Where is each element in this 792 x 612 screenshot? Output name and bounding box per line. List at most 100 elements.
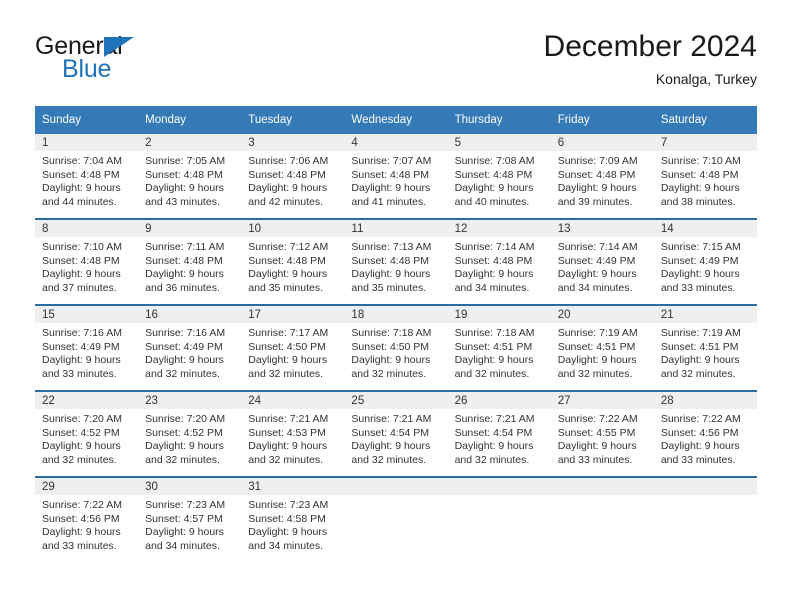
calendar-day-cell[interactable]: 25 Sunrise: 7:21 AM Sunset: 4:54 PM Dayligh… <box>344 390 448 477</box>
sunrise-text: Sunrise: 7:08 AM <box>454 155 535 167</box>
calendar-day-cell[interactable]: 18 Sunrise: 7:18 AM Sunset: 4:50 PM Dayligh… <box>344 304 448 391</box>
day-cell-content: 14 Sunrise: 7:15 AM Sunset: 4:49 PM Dayligh… <box>653 220 757 304</box>
sunrise-text: Sunrise: 7:23 AM <box>248 499 329 511</box>
page-header: General Blue December 2024 Konalga, Turk… <box>35 30 757 98</box>
sunrise-text: Sunrise: 7:22 AM <box>557 413 638 425</box>
calendar-day-cell[interactable] <box>344 476 448 562</box>
brand-logo[interactable]: General Blue <box>35 32 265 92</box>
weekday-header-wednesday: Wednesday <box>344 106 448 134</box>
calendar-day-cell[interactable]: 9 Sunrise: 7:11 AM Sunset: 4:48 PM Daylight… <box>138 218 242 305</box>
day-number: 30 <box>138 478 242 495</box>
day-details <box>551 495 654 499</box>
page-title: December 2024 <box>543 30 757 63</box>
calendar-day-cell[interactable]: 22 Sunrise: 7:20 AM Sunset: 4:52 PM Dayligh… <box>35 390 139 477</box>
daylight-text-line2: and 38 minutes. <box>660 195 736 208</box>
daylight-text-line1: Daylight: 9 hours <box>248 526 328 539</box>
day-cell-content: 24 Sunrise: 7:21 AM Sunset: 4:53 PM Dayligh… <box>241 392 345 476</box>
day-details: Sunrise: 7:06 AM Sunset: 4:48 PM Daylight:… <box>241 151 344 209</box>
day-details: Sunrise: 7:18 AM Sunset: 4:51 PM Daylight:… <box>448 323 551 381</box>
calendar-day-cell[interactable]: 15 Sunrise: 7:16 AM Sunset: 4:49 PM Dayligh… <box>35 304 139 391</box>
title-block: December 2024 Konalga, Turkey <box>544 30 757 89</box>
sunrise-text: Sunrise: 7:06 AM <box>248 155 329 167</box>
calendar-day-cell[interactable]: 5 Sunrise: 7:08 AM Sunset: 4:48 PM Daylight… <box>447 134 551 219</box>
calendar-day-cell[interactable]: 1 Sunrise: 7:04 AM Sunset: 4:48 PM Daylight… <box>35 134 139 219</box>
calendar-day-cell[interactable]: 8 Sunrise: 7:10 AM Sunset: 4:48 PM Daylight… <box>35 218 139 305</box>
sunrise-text: Sunrise: 7:12 AM <box>248 241 329 253</box>
daylight-text-line1: Daylight: 9 hours <box>145 268 224 281</box>
daylight-text-line2: and 36 minutes. <box>145 281 220 294</box>
day-number: 27 <box>550 392 654 409</box>
calendar-day-cell[interactable]: 6 Sunrise: 7:09 AM Sunset: 4:48 PM Daylight… <box>550 134 654 219</box>
sunset-text: Sunset: 4:48 PM <box>248 168 326 181</box>
calendar-week-row: 15 Sunrise: 7:16 AM Sunset: 4:49 PM Dayligh… <box>35 304 757 391</box>
calendar-week-row: 22 Sunrise: 7:20 AM Sunset: 4:52 PM Dayligh… <box>35 390 757 477</box>
sunset-text: Sunset: 4:52 PM <box>145 426 223 439</box>
calendar-day-cell[interactable]: 12 Sunrise: 7:14 AM Sunset: 4:48 PM Dayligh… <box>447 218 551 305</box>
calendar-day-cell[interactable]: 27 Sunrise: 7:22 AM Sunset: 4:55 PM Dayligh… <box>550 390 654 477</box>
daylight-text-line1: Daylight: 9 hours <box>145 182 224 195</box>
calendar-day-cell[interactable] <box>447 476 551 562</box>
calendar-day-cell[interactable]: 23 Sunrise: 7:20 AM Sunset: 4:52 PM Dayligh… <box>138 390 242 477</box>
daylight-text-line2: and 33 minutes. <box>557 453 633 466</box>
calendar-day-cell[interactable]: 10 Sunrise: 7:12 AM Sunset: 4:48 PM Dayligh… <box>241 218 345 305</box>
day-number: 13 <box>550 220 654 237</box>
calendar-day-cell[interactable]: 4 Sunrise: 7:07 AM Sunset: 4:48 PM Daylight… <box>344 134 448 219</box>
daylight-text-line2: and 37 minutes. <box>42 281 117 294</box>
day-cell-content <box>653 478 757 562</box>
calendar-day-cell[interactable]: 26 Sunrise: 7:21 AM Sunset: 4:54 PM Dayligh… <box>447 390 551 477</box>
sunset-text: Sunset: 4:48 PM <box>660 168 739 181</box>
day-details: Sunrise: 7:20 AM Sunset: 4:52 PM Daylight:… <box>138 409 241 467</box>
day-details: Sunrise: 7:11 AM Sunset: 4:48 PM Daylight:… <box>138 237 241 295</box>
day-cell-content: 22 Sunrise: 7:20 AM Sunset: 4:52 PM Dayligh… <box>35 392 139 476</box>
day-details: Sunrise: 7:12 AM Sunset: 4:48 PM Daylight:… <box>241 237 344 295</box>
calendar-day-cell[interactable]: 2 Sunrise: 7:05 AM Sunset: 4:48 PM Daylight… <box>138 134 242 219</box>
day-cell-content: 28 Sunrise: 7:22 AM Sunset: 4:56 PM Dayligh… <box>653 392 757 476</box>
calendar-day-cell[interactable] <box>653 476 757 562</box>
daylight-text-line2: and 34 minutes. <box>145 539 220 552</box>
calendar-day-cell[interactable]: 11 Sunrise: 7:13 AM Sunset: 4:48 PM Dayligh… <box>344 218 448 305</box>
day-cell-content: 23 Sunrise: 7:20 AM Sunset: 4:52 PM Dayligh… <box>138 392 242 476</box>
day-cell-content <box>447 478 551 562</box>
day-cell-content: 5 Sunrise: 7:08 AM Sunset: 4:48 PM Daylight… <box>447 134 551 218</box>
sunrise-text: Sunrise: 7:18 AM <box>454 327 535 339</box>
day-cell-content: 31 Sunrise: 7:23 AM Sunset: 4:58 PM Dayligh… <box>241 478 345 562</box>
day-number <box>653 478 757 495</box>
sunrise-text: Sunrise: 7:19 AM <box>660 327 741 339</box>
calendar-day-cell[interactable]: 3 Sunrise: 7:06 AM Sunset: 4:48 PM Daylight… <box>241 134 345 219</box>
sunset-text: Sunset: 4:51 PM <box>660 340 739 353</box>
day-cell-content <box>344 478 448 562</box>
sunrise-text: Sunrise: 7:16 AM <box>42 327 122 339</box>
calendar-day-cell[interactable]: 24 Sunrise: 7:21 AM Sunset: 4:53 PM Dayligh… <box>241 390 345 477</box>
calendar-day-cell[interactable]: 28 Sunrise: 7:22 AM Sunset: 4:56 PM Dayligh… <box>653 390 757 477</box>
day-cell-content: 12 Sunrise: 7:14 AM Sunset: 4:48 PM Dayligh… <box>447 220 551 304</box>
calendar-page: General Blue December 2024 Konalga, Turk… <box>0 0 792 612</box>
daylight-text-line2: and 32 minutes. <box>145 367 220 380</box>
sunset-text: Sunset: 4:48 PM <box>454 168 533 181</box>
calendar-day-cell[interactable]: 16 Sunrise: 7:16 AM Sunset: 4:49 PM Dayligh… <box>138 304 242 391</box>
calendar-day-cell[interactable]: 31 Sunrise: 7:23 AM Sunset: 4:58 PM Dayligh… <box>241 476 345 562</box>
daylight-text-line2: and 32 minutes. <box>42 453 117 466</box>
day-number: 29 <box>35 478 139 495</box>
daylight-text-line2: and 35 minutes. <box>351 281 427 294</box>
day-number: 22 <box>35 392 139 409</box>
calendar-day-cell[interactable]: 17 Sunrise: 7:17 AM Sunset: 4:50 PM Dayligh… <box>241 304 345 391</box>
calendar-day-cell[interactable]: 7 Sunrise: 7:10 AM Sunset: 4:48 PM Daylight… <box>653 134 757 219</box>
calendar-day-cell[interactable]: 14 Sunrise: 7:15 AM Sunset: 4:49 PM Dayligh… <box>653 218 757 305</box>
day-number: 12 <box>447 220 551 237</box>
day-number: 17 <box>241 306 345 323</box>
sunrise-text: Sunrise: 7:07 AM <box>351 155 432 167</box>
calendar-day-cell[interactable]: 21 Sunrise: 7:19 AM Sunset: 4:51 PM Dayligh… <box>653 304 757 391</box>
sunrise-text: Sunrise: 7:18 AM <box>351 327 432 339</box>
calendar-day-cell[interactable]: 19 Sunrise: 7:18 AM Sunset: 4:51 PM Dayligh… <box>447 304 551 391</box>
calendar-day-cell[interactable]: 29 Sunrise: 7:22 AM Sunset: 4:56 PM Dayligh… <box>35 476 139 562</box>
daylight-text-line1: Daylight: 9 hours <box>42 182 121 195</box>
calendar-day-cell[interactable]: 13 Sunrise: 7:14 AM Sunset: 4:49 PM Dayligh… <box>550 218 654 305</box>
calendar-day-cell[interactable] <box>550 476 654 562</box>
calendar-week-row: 1 Sunrise: 7:04 AM Sunset: 4:48 PM Daylight… <box>35 134 757 219</box>
sunset-text: Sunset: 4:48 PM <box>42 168 120 181</box>
calendar-day-cell[interactable]: 30 Sunrise: 7:23 AM Sunset: 4:57 PM Dayligh… <box>138 476 242 562</box>
day-number <box>344 478 448 495</box>
calendar-day-cell[interactable]: 20 Sunrise: 7:19 AM Sunset: 4:51 PM Dayligh… <box>550 304 654 391</box>
sunrise-text: Sunrise: 7:20 AM <box>42 413 122 425</box>
sunrise-text: Sunrise: 7:14 AM <box>557 241 638 253</box>
